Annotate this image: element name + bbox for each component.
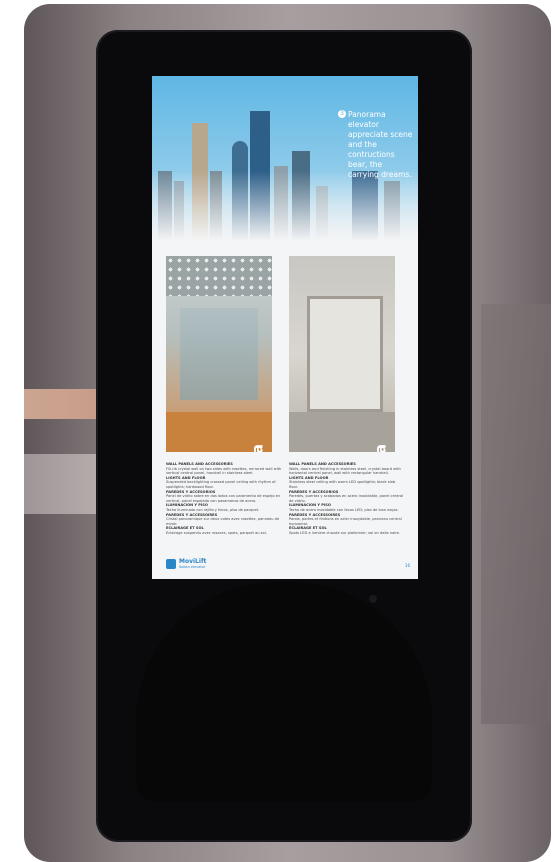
ceiling-pattern (166, 256, 272, 296)
elevator-panel-dama: Dama (289, 256, 395, 452)
logo-tagline: italian elevator (179, 565, 206, 569)
spec-text: Suspended backlighting crossed panel cei… (166, 480, 276, 489)
hero-fade (152, 171, 418, 241)
wall-reflection (481, 304, 551, 724)
cabin-glass (180, 308, 258, 400)
logo-icon (166, 559, 176, 569)
panel-label: Rossella (248, 444, 266, 452)
kiosk-sensor (369, 595, 377, 603)
spec-text: Fill-rib crystal wall on two sides with … (166, 466, 282, 476)
kiosk-base-reflection (136, 582, 432, 802)
spec-text: Eclairage suspendu avec rosaces, spots, … (166, 530, 267, 535)
spec-text: Techo de acero inoxidable con focos LED;… (289, 507, 399, 512)
spec-column-right: WALL PANELS AND ACCESSORIES Walls, doors… (289, 462, 405, 536)
page-number: 16 (404, 563, 410, 568)
spec-text: Walls, doors and finishing in stainless … (289, 466, 401, 476)
brand-logo: MoviLift italian elevator (166, 559, 206, 569)
cabin-frame (307, 296, 383, 412)
kiosk-screen[interactable]: 3 Panorama elevator appreciate scene and… (152, 76, 418, 579)
hero-skyline-image: 3 Panorama elevator appreciate scene and… (152, 76, 418, 241)
spec-text: Stainless steel ceiling with warm LED sp… (289, 480, 396, 489)
spec-text: Parois, portes et finitions en acier ino… (289, 517, 402, 526)
spec-column-left: WALL PANELS AND ACCESSORIES Fill-rib cry… (166, 462, 282, 536)
wall-reflection (24, 454, 104, 514)
elevator-panel-rossella: Rossella (166, 256, 272, 452)
hero-number-badge: 3 (338, 110, 346, 118)
spec-text: Cristal panoramique sur deux cotes avec … (166, 517, 280, 526)
hero-caption: Panorama elevator appreciate scene and t… (348, 110, 413, 179)
spec-text: Paredes, puertas y acabados en acero ino… (289, 494, 404, 503)
spec-text: Panel de vidrio sobre en dos lados con p… (166, 494, 281, 503)
spec-text: Spots LED a lumiere chaude sur plafonnie… (289, 530, 401, 535)
panel-label: Dama (371, 444, 389, 452)
